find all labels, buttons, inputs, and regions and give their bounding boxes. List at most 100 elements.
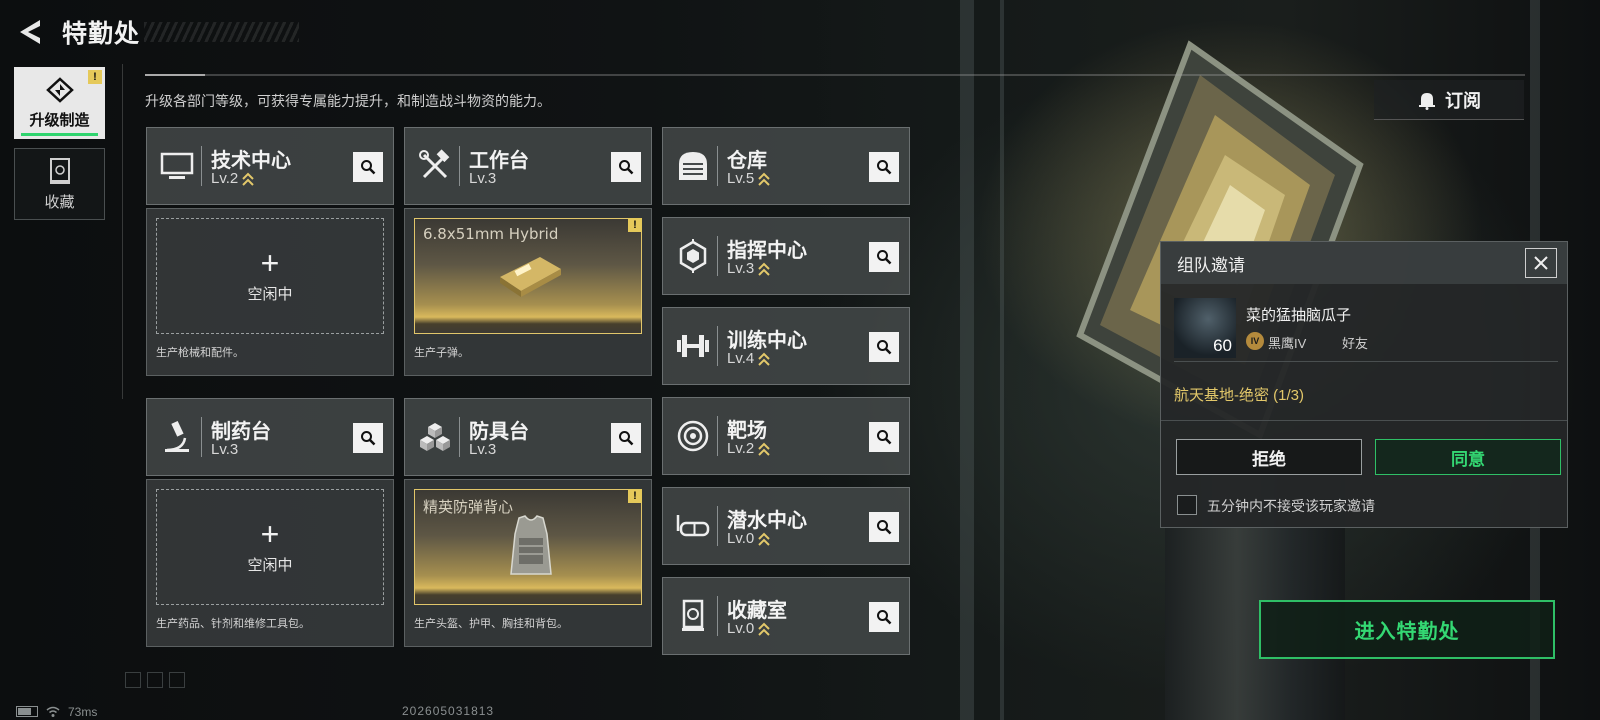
enter-special-ops-button[interactable]: 进入特勤处 [1259,600,1555,659]
search-icon [877,610,892,625]
wifi-icon [46,706,60,717]
search-icon [619,431,634,446]
background-pipe [1000,0,1004,720]
alert-badge: ! [628,489,642,503]
battery-icon [16,706,38,717]
dumbbell-icon [673,326,713,366]
dept-card-workbench[interactable]: 工作台 Lv.3 [404,127,652,205]
search-icon [877,520,892,535]
monitor-icon [157,146,197,186]
search-icon [877,160,892,175]
search-icon [619,160,634,175]
dept-card-collection-room[interactable]: 收藏室 Lv.0 [662,577,910,655]
dept-card-diving-center[interactable]: 潜水中心 Lv.0 [662,487,910,565]
dept-level: Lv.3 [469,170,496,187]
dept-card-tech-center[interactable]: 技术中心 Lv.2 [146,127,394,205]
dept-name: 收藏室 [727,600,787,622]
inspect-button[interactable] [869,602,899,632]
producing-item-card[interactable]: ! 精英防弹背心 [414,489,642,605]
inspect-button[interactable] [611,423,641,453]
inspect-button[interactable] [353,423,383,453]
level-text: Lv.3 [727,260,755,277]
inspect-button[interactable] [869,242,899,272]
inspect-button[interactable] [611,152,641,182]
inspect-button[interactable] [869,152,899,182]
idle-text: 空闲中 [247,285,293,303]
avatar[interactable]: 60 [1174,298,1236,358]
inspect-button[interactable] [869,422,899,452]
dept-name: 指挥中心 [727,240,807,262]
producing-item-card[interactable]: ! 6.8x51mm Hybrid [414,218,642,334]
plus-icon: + [260,244,280,281]
separator [717,596,718,636]
separator [717,506,718,546]
dept-card-armor-bench[interactable]: 防具台 Lv.3 [404,398,652,476]
dept-name: 工作台 [469,150,529,172]
dept-name: 潜水中心 [727,510,807,532]
dept-card-training-center[interactable]: 训练中心 Lv.4 [662,307,910,385]
close-button[interactable] [1525,248,1557,278]
alert-badge: ! [88,70,102,84]
block-invite-label: 五分钟内不接受该玩家邀请 [1207,498,1375,514]
search-icon [877,250,892,265]
dept-card-shooting-range[interactable]: 靶场 Lv.2 [662,397,910,475]
dept-name: 仓库 [727,150,767,172]
dept-level: Lv.3 [727,260,770,277]
upgrade-chevron-icon [758,262,770,276]
inviter-info: 60 菜的猛抽脑瓜子 IV 黑鹰IV 好友 [1174,298,1558,362]
dept-name: 制药台 [211,421,271,443]
block-invite-checkbox[interactable] [1177,495,1197,515]
accept-button[interactable]: 同意 [1375,439,1561,475]
armor-vest-icon [510,515,552,575]
level-text: Lv.3 [469,441,497,458]
page-title: 特勤处 [62,20,141,48]
close-icon [1534,256,1548,270]
production-slot-workbench: ! 6.8x51mm Hybrid 生产子弹。 [404,208,652,376]
goggles-icon [673,506,713,546]
nav-divider [122,64,123,399]
slot-description: 生产子弹。 [414,347,469,359]
dept-card-warehouse[interactable]: 仓库 Lv.5 [662,127,910,205]
separator [459,417,460,457]
page-description: 升级各部门等级，可获得专属能力提升，和制造战斗物资的能力。 [145,93,551,109]
search-icon [877,430,892,445]
dept-level: Lv.2 [727,440,770,457]
search-icon [361,431,376,446]
upgrade-icon [45,76,74,103]
inspect-button[interactable] [869,332,899,362]
nav-upgrade-craft[interactable]: ! 升级制造 [14,67,105,139]
reject-button[interactable]: 拒绝 [1176,439,1362,475]
dept-level: Lv.2 [211,170,254,187]
idle-slot-button[interactable]: + 空闲中 [156,489,384,605]
dialog-header: 组队邀请 [1161,242,1567,284]
production-slot-tech-center: + 空闲中 生产枪械和配件。 [146,208,394,376]
nav-label: 升级制造 [29,111,90,129]
upgrade-chevron-icon [758,622,770,636]
idle-text: 空闲中 [247,556,293,574]
inspect-button[interactable] [353,152,383,182]
tools-icon [415,146,455,186]
back-button[interactable] [14,15,48,49]
back-arrow-icon [20,20,40,44]
dept-name: 防具台 [469,421,529,443]
dept-level: Lv.0 [727,530,770,547]
dept-name: 技术中心 [211,150,291,172]
upgrade-chevron-icon [242,172,254,186]
separator [459,146,460,186]
vault-icon [673,596,713,636]
dept-card-command-center[interactable]: 指挥中心 Lv.3 [662,217,910,295]
dept-level: Lv.3 [469,441,496,458]
header-divider [145,74,1525,76]
nav-collection[interactable]: 收藏 [14,148,105,220]
upgrade-chevron-icon [758,442,770,456]
inspect-button[interactable] [869,512,899,542]
dept-card-pharmacy[interactable]: 制药台 Lv.3 [146,398,394,476]
upgrade-chevron-icon [758,172,770,186]
idle-slot-button[interactable]: + 空闲中 [156,218,384,334]
separator [201,146,202,186]
divider [1161,420,1567,421]
level-text: Lv.3 [469,170,497,187]
level-text: Lv.0 [727,620,755,637]
dept-level: Lv.5 [727,170,770,187]
subscribe-button[interactable]: 订阅 [1374,80,1524,120]
